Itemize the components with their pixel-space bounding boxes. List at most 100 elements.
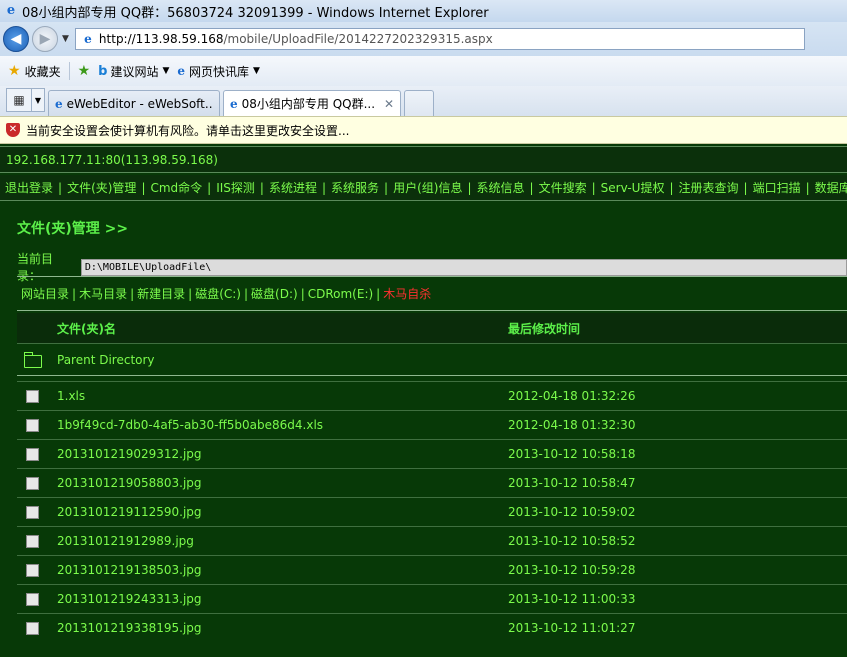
row-checkbox[interactable] [26, 419, 39, 432]
file-name-link[interactable]: 201310121912989.jpg [57, 534, 194, 548]
page-icon: e [230, 96, 238, 111]
parent-directory-link[interactable]: Parent Directory [57, 353, 155, 367]
table-row: 201310121912989.jpg 2013-10-12 10:58:52 [17, 526, 847, 555]
menu-separator: | [529, 180, 534, 195]
recent-pages-dropdown[interactable]: ▼ [62, 34, 69, 44]
menu-separator: | [669, 180, 674, 195]
link-separator: | [188, 287, 193, 301]
row-checkbox[interactable] [26, 506, 39, 519]
back-button[interactable]: ◀ [3, 26, 29, 52]
row-checkbox[interactable] [26, 448, 39, 461]
page-icon: e [84, 32, 92, 46]
host-address: 192.168.177.11:80(113.98.59.168) [6, 152, 218, 167]
file-name-link[interactable]: 2013101219058803.jpg [57, 476, 202, 490]
current-directory: 当前目录： D:\MOBILE\UploadFile\ [17, 250, 847, 284]
menu-item[interactable]: 文件搜索 [539, 179, 587, 196]
menu-separator: | [591, 180, 596, 195]
table-row: 2013101219029312.jpg 2013-10-12 10:58:18 [17, 439, 847, 468]
close-tab-icon[interactable]: ✕ [384, 97, 394, 111]
file-modified-time: 2013-10-12 11:01:27 [508, 621, 636, 635]
grid-icon: ▦ [13, 93, 25, 107]
table-row: 2013101219058803.jpg 2013-10-12 10:58:47 [17, 468, 847, 497]
file-modified-time: 2013-10-12 10:58:47 [508, 476, 636, 490]
file-modified-time: 2013-10-12 10:59:28 [508, 563, 636, 577]
directory-link[interactable]: 木马目录 [79, 287, 127, 301]
window-titlebar: e 08小组内部专用 QQ群：56803724 32091399 - Windo… [0, 0, 847, 22]
menu-separator: | [141, 180, 146, 195]
tab-list-dropdown[interactable]: ▼ [32, 88, 45, 112]
link-separator: | [376, 287, 381, 301]
address-url[interactable]: http://113.98.59.168/mobile/UploadFile/2… [99, 32, 493, 46]
directory-link[interactable]: 磁盘(C:) [195, 287, 241, 301]
menu-separator: | [384, 180, 389, 195]
tab-ewebeditor[interactable]: e eWebEditor - eWebSoft... [48, 90, 220, 116]
directory-link[interactable]: 磁盘(D:) [251, 287, 298, 301]
column-header-name: 文件(夹)名 [57, 321, 116, 336]
file-name-link[interactable]: 2013101219112590.jpg [57, 505, 202, 519]
chevron-down-icon: ▼ [162, 66, 170, 76]
bing-icon: b [98, 63, 108, 79]
menu-item[interactable]: 文件(夹)管理 [67, 179, 136, 196]
tab-bar: ▦ ▼ e eWebEditor - eWebSoft... e 08小组内部专… [0, 86, 847, 116]
divider [17, 276, 847, 277]
menu-item[interactable]: 数据库管理 [815, 179, 847, 196]
row-checkbox[interactable] [26, 535, 39, 548]
file-modified-time: 2012-04-18 01:32:26 [508, 389, 636, 403]
folder-icon [24, 352, 42, 368]
divider [17, 310, 847, 311]
table-row: 2013101219243313.jpg 2013-10-12 11:00:33 [17, 584, 847, 613]
tab-current[interactable]: e 08小组内部专用 QQ群... ✕ [223, 90, 401, 116]
row-checkbox[interactable] [26, 622, 39, 635]
column-header-time: 最后修改时间 [508, 321, 581, 336]
add-to-favorites-button[interactable]: ★ [78, 63, 95, 79]
menu-item[interactable]: 系统信息 [477, 179, 525, 196]
parent-directory-row[interactable]: Parent Directory [17, 343, 847, 375]
add-star-icon: ★ [77, 63, 91, 79]
directory-links: 网站目录 | 木马目录 | 新建目录 | 磁盘(C:) | 磁盘(D:) | CDRom(E:) | 木… [21, 285, 431, 302]
menu-item[interactable]: 系统进程 [269, 179, 317, 196]
favorites-bar: ★ 收藏夹 ★ b 建议网站 ▼ e 网页快讯库 ▼ [0, 56, 847, 87]
file-modified-time: 2013-10-12 10:58:18 [508, 447, 636, 461]
navigation-bar: ◀ ▶ ▼ e http://113.98.59.168/mobile/Uplo… [0, 22, 847, 56]
menu-item[interactable]: Cmd命令 [150, 179, 202, 196]
address-bar[interactable]: e http://113.98.59.168/mobile/UploadFile… [74, 28, 805, 50]
table-header: 文件(夹)名 最后修改时间 [17, 313, 847, 343]
row-checkbox[interactable] [26, 390, 39, 403]
row-checkbox[interactable] [26, 593, 39, 606]
table-row: 2013101219138503.jpg 2013-10-12 10:59:28 [17, 555, 847, 584]
link-separator: | [72, 287, 77, 301]
menu-item[interactable]: IIS探测 [216, 179, 255, 196]
file-name-link[interactable]: 2013101219338195.jpg [57, 621, 202, 635]
file-name-link[interactable]: 2013101219138503.jpg [57, 563, 202, 577]
favorites-button[interactable]: ★ 收藏夹 [8, 63, 61, 80]
suggested-sites-button[interactable]: b 建议网站 ▼ [98, 63, 169, 80]
menu-item[interactable]: Serv-U提权 [601, 179, 665, 196]
file-name-link[interactable]: 1.xls [57, 389, 85, 403]
chevron-down-icon: ▼ [253, 66, 260, 76]
web-slice-gallery-button[interactable]: e 网页快讯库 ▼ [177, 63, 260, 80]
menu-item[interactable]: 注册表查询 [679, 179, 739, 196]
current-dir-input[interactable]: D:\MOBILE\UploadFile\ [80, 258, 847, 276]
file-name-link[interactable]: 2013101219029312.jpg [57, 447, 202, 461]
forward-button[interactable]: ▶ [32, 26, 58, 52]
security-infobar[interactable]: ✕ 当前安全设置会使计算机有风险。请单击这里更改安全设置... [0, 116, 847, 144]
row-checkbox[interactable] [26, 477, 39, 490]
directory-link[interactable]: CDRom(E:) [308, 287, 373, 301]
directory-link[interactable]: 新建目录 [137, 287, 185, 301]
menu-separator: | [259, 180, 264, 195]
new-tab-button[interactable] [404, 90, 434, 116]
menu-separator: | [467, 180, 472, 195]
quick-tabs-button[interactable]: ▦ [6, 88, 32, 112]
ie-logo-icon: e [6, 3, 16, 18]
menu-separator: | [321, 180, 327, 195]
directory-link[interactable]: 网站目录 [21, 287, 69, 301]
file-name-link[interactable]: 2013101219243313.jpg [57, 592, 202, 606]
file-modified-time: 2013-10-12 11:00:33 [508, 592, 636, 606]
menu-item[interactable]: 退出登录 [5, 179, 53, 196]
menu-item[interactable]: 用户(组)信息 [393, 179, 462, 196]
menu-item[interactable]: 系统服务 [331, 179, 379, 196]
menu-item[interactable]: 端口扫描 [753, 179, 801, 196]
row-checkbox[interactable] [26, 564, 39, 577]
file-name-link[interactable]: 1b9f49cd-7db0-4af5-ab30-ff5b0abe86d4.xls [57, 418, 323, 432]
directory-link[interactable]: 木马自杀 [383, 287, 431, 301]
